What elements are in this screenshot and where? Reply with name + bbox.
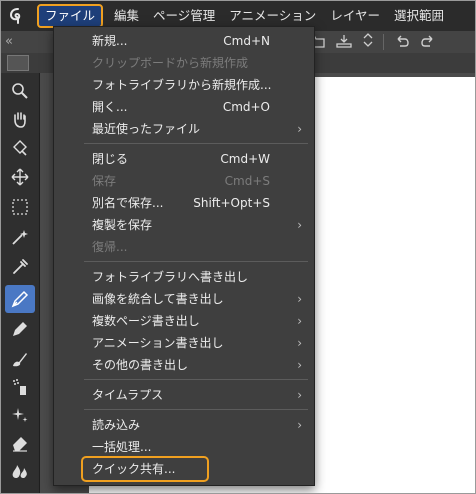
file-menu-item[interactable]: フォトライブラリから新規作成...	[92, 74, 312, 96]
clip-studio-logo-icon[interactable]	[1, 1, 35, 31]
blend-icon[interactable]	[8, 459, 32, 483]
menu-item-label: 最近使ったファイル	[92, 122, 201, 136]
menu-item-label: タイムラプス	[92, 388, 164, 402]
menu-item-label: 複数ページ書き出し	[92, 314, 200, 328]
menu-item-label: 別名で保存...	[92, 196, 164, 210]
menu-item-label: 一括処理...	[92, 440, 152, 454]
file-menu-item: 復帰...	[92, 236, 312, 258]
menu-item-shortcut: Cmd+W	[220, 152, 270, 166]
file-menu-item[interactable]: タイムラプス ›	[92, 384, 312, 406]
file-menu-item[interactable]: その他の書き出し ›	[92, 354, 312, 376]
rotate-icon[interactable]	[8, 135, 32, 159]
file-menu-item: 保存 Cmd+S	[92, 170, 312, 192]
submenu-chevron-icon: ›	[297, 418, 302, 432]
submenu-chevron-icon: ›	[297, 336, 302, 350]
toolbar-divider	[383, 34, 384, 50]
stepper-icon[interactable]	[363, 32, 373, 52]
file-menu-item[interactable]: フォトライブラリへ書き出し	[92, 266, 312, 288]
menu-file[interactable]: ファイル	[37, 4, 104, 28]
menu-item-label: フォトライブラリへ書き出し	[92, 270, 249, 284]
submenu-chevron-icon: ›	[297, 292, 302, 306]
file-menu-item[interactable]: 新規... Cmd+N	[92, 30, 312, 52]
menu-item-label: 読み込み	[92, 418, 141, 432]
pencil-icon[interactable]	[8, 317, 32, 341]
move-icon[interactable]	[8, 165, 32, 189]
file-menu-item[interactable]: 一括処理...	[92, 436, 312, 458]
magic-wand-icon[interactable]	[8, 225, 32, 249]
menu-item-label: 保存	[92, 174, 117, 188]
menu-item-label: クリップボードから新規作成	[92, 56, 249, 70]
redo-icon[interactable]	[420, 33, 436, 52]
file-menu-item[interactable]: 別名で保存... Shift+Opt+S	[92, 192, 312, 214]
menu-item-label: 復帰...	[92, 240, 128, 254]
menu-separator	[84, 143, 308, 144]
menu-item-shortcut: Shift+Opt+S	[193, 196, 270, 210]
app-window: ファイル 編集 ページ管理 アニメーション レイヤー 選択範囲 « 新規... …	[0, 0, 476, 494]
file-menu-item[interactable]: 複数ページ書き出し ›	[92, 310, 312, 332]
undo-icon[interactable]	[394, 33, 410, 52]
file-menu-item[interactable]: 閉じる Cmd+W	[92, 148, 312, 170]
menu-item-shortcut: Cmd+N	[223, 34, 270, 48]
file-menu-item[interactable]: 開く... Cmd+O	[92, 96, 312, 118]
menu-selection[interactable]: 選択範囲	[387, 1, 451, 31]
menu-item-shortcut: Cmd+S	[224, 174, 270, 188]
menu-item-label: 画像を統合して書き出し	[92, 292, 224, 306]
submenu-chevron-icon: ›	[297, 388, 302, 402]
quick-share-highlight	[81, 456, 209, 482]
brush-icon[interactable]	[8, 347, 32, 371]
file-menu-item[interactable]: アニメーション書き出し ›	[92, 332, 312, 354]
eraser-icon[interactable]	[8, 431, 32, 455]
file-menu-item[interactable]: 読み込み ›	[92, 414, 312, 436]
menu-item-label: フォトライブラリから新規作成...	[92, 78, 272, 92]
panel-toggle-icon[interactable]	[7, 55, 29, 71]
menu-separator	[84, 379, 308, 380]
menu-item-label: 閉じる	[92, 152, 129, 166]
submenu-chevron-icon: ›	[297, 358, 302, 372]
eyedropper-icon[interactable]	[8, 255, 32, 279]
submenu-chevron-icon: ›	[297, 314, 302, 328]
file-menu-item[interactable]: 画像を統合して書き出し ›	[92, 288, 312, 310]
pen-icon[interactable]	[5, 285, 35, 313]
airbrush-icon[interactable]	[8, 375, 32, 399]
decoration-icon[interactable]	[8, 403, 32, 427]
submenu-chevron-icon: ›	[297, 122, 302, 136]
file-menu-item[interactable]: 複製を保存 ›	[92, 214, 312, 236]
menu-item-label: 複製を保存	[92, 218, 153, 232]
menu-item-shortcut: Cmd+O	[222, 100, 270, 114]
hand-icon[interactable]	[8, 107, 32, 131]
selection-icon[interactable]	[8, 195, 32, 219]
file-menu-dropdown: 新規... Cmd+N クリップボードから新規作成フォトライブラリから新規作成...…	[53, 26, 315, 486]
menu-separator	[84, 261, 308, 262]
submenu-chevron-icon: ›	[297, 218, 302, 232]
file-menu-item[interactable]: 最近使ったファイル ›	[92, 118, 312, 140]
collapse-panel-icon[interactable]: «	[5, 34, 13, 49]
menu-item-label: アニメーション書き出し	[92, 336, 224, 350]
menu-separator	[84, 409, 308, 410]
export-icon[interactable]	[335, 33, 353, 52]
file-menu-item: クリップボードから新規作成	[92, 52, 312, 74]
tool-palette	[1, 73, 40, 493]
zoom-icon[interactable]	[8, 79, 32, 103]
menu-item-label: 開く...	[92, 100, 128, 114]
menu-item-label: その他の書き出し	[92, 358, 189, 372]
menu-layer[interactable]: レイヤー	[323, 1, 387, 31]
menu-item-label: 新規...	[92, 34, 128, 48]
